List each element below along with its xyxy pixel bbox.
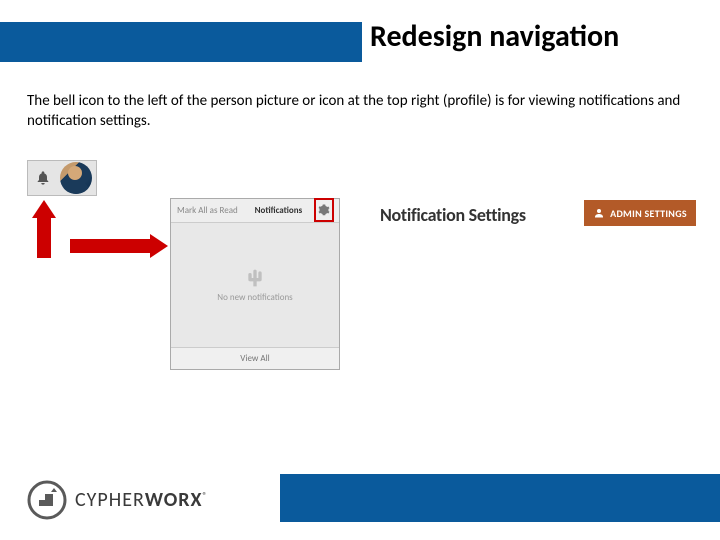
instruction-text: The bell icon to the left of the person … (27, 92, 687, 131)
admin-settings-label: ADMIN SETTINGS (610, 207, 687, 220)
logo-text: CYPHERWORX® (75, 488, 208, 512)
gear-highlight (314, 198, 334, 222)
person-icon (593, 207, 605, 219)
tab-mark-read[interactable]: Mark All as Read (177, 205, 238, 216)
admin-settings-button[interactable]: ADMIN SETTINGS (584, 200, 696, 226)
logo-icon (27, 480, 67, 520)
notifications-panel: Mark All as Read Notifications No new no… (170, 198, 340, 370)
header-bar (0, 22, 362, 62)
tab-notifications[interactable]: Notifications (255, 205, 303, 216)
page-title: Redesign navigation (370, 18, 619, 55)
topbar-snippet (27, 160, 97, 196)
gear-icon[interactable] (318, 204, 330, 216)
footer-bar (280, 474, 720, 522)
panel-footer[interactable]: View All (171, 347, 339, 369)
panel-empty-state: No new notifications (171, 223, 339, 347)
arrow-right-indicator (70, 234, 170, 258)
view-all-link[interactable]: View All (240, 353, 269, 364)
arrow-up-indicator (32, 200, 56, 258)
brand-logo: CYPHERWORX® (27, 480, 208, 520)
notification-settings-label: Notification Settings (380, 204, 526, 226)
empty-text: No new notifications (217, 292, 292, 303)
bell-icon[interactable] (32, 166, 54, 190)
cactus-icon (245, 268, 265, 288)
profile-avatar[interactable] (60, 162, 92, 194)
